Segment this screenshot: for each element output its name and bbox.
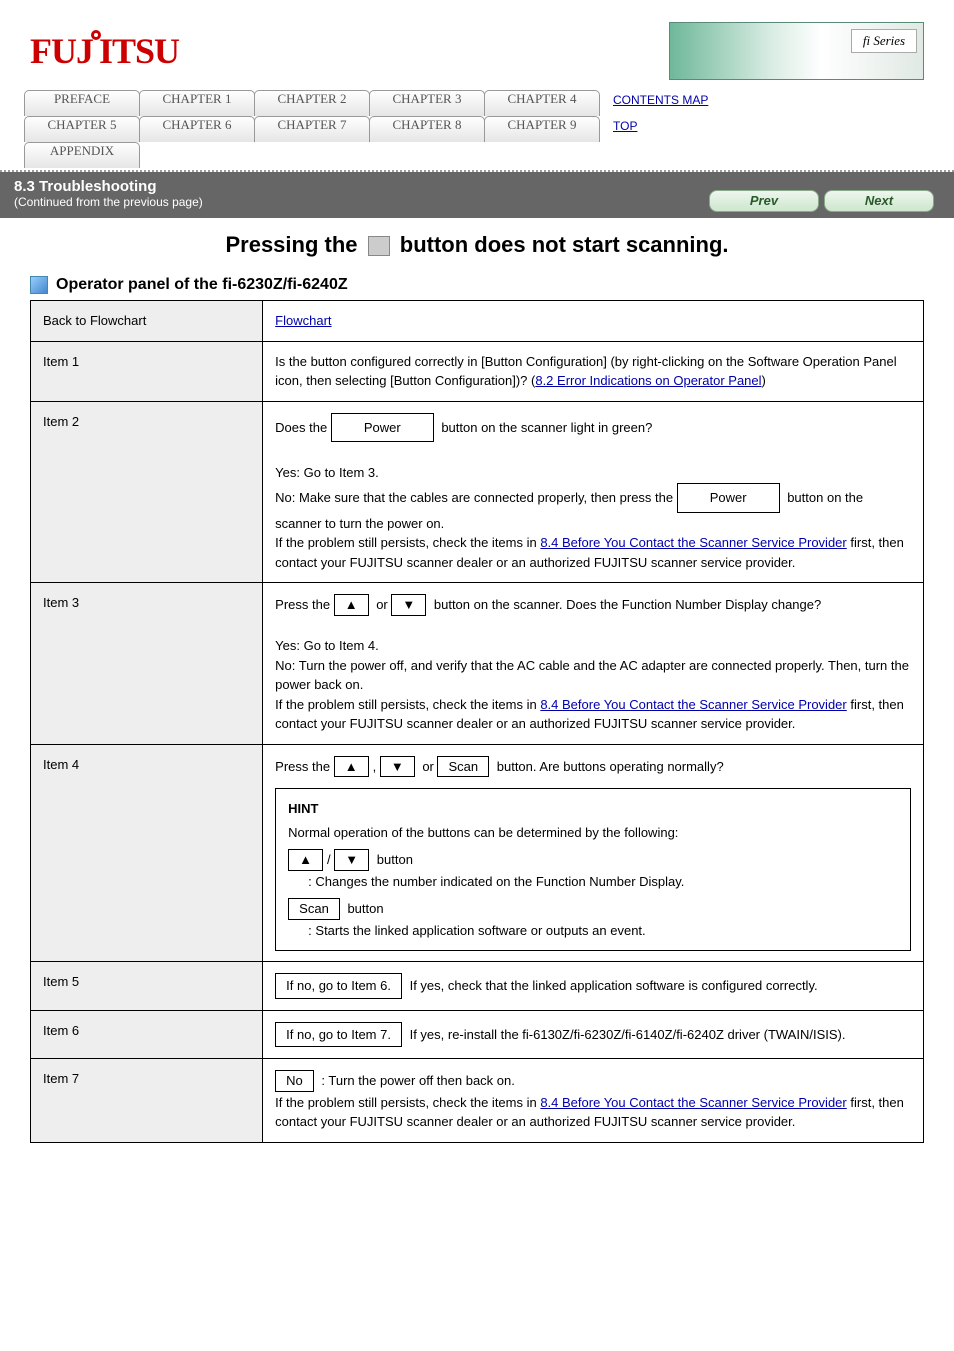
subheading: Operator panel of the fi-6230Z/fi-6240Z [56, 276, 348, 294]
row-val: No : Turn the power off then back on. If… [263, 1059, 924, 1143]
table-row: Item 5 If no, go to Item 6. If yes, chec… [31, 962, 924, 1011]
tab-chapter8[interactable]: CHAPTER 8 [369, 116, 485, 142]
tab-preface[interactable]: PREFACE [24, 90, 140, 116]
link-contents-map[interactable]: CONTENTS MAP [613, 93, 708, 107]
scan-button[interactable]: Scan [288, 898, 340, 920]
table-row: Item 2 Does the Power button on the scan… [31, 401, 924, 583]
table-row: Item 4 Press the ▲, ▼ or Scan button. Ar… [31, 744, 924, 962]
scan-button[interactable]: Scan [437, 756, 489, 778]
row-key: Item 3 [31, 583, 263, 745]
row-val: If no, go to Item 6. If yes, check that … [263, 962, 924, 1011]
down-button[interactable]: ▼ [391, 594, 426, 616]
table-row: Item 6 If no, go to Item 7. If yes, re-i… [31, 1010, 924, 1059]
goto-item6-button[interactable]: If no, go to Item 6. [275, 973, 402, 999]
fi-series-badge: fi Series [669, 22, 924, 80]
tab-chapter7[interactable]: CHAPTER 7 [254, 116, 370, 142]
link-8-2[interactable]: 8.2 Error Indications on Operator Panel [535, 373, 761, 388]
row-key: Item 7 [31, 1059, 263, 1143]
hint-box: HINT Normal operation of the buttons can… [275, 788, 911, 951]
table-row: Item 3 Press the ▲ or ▼ button on the sc… [31, 583, 924, 745]
goto-item7-button[interactable]: If no, go to Item 7. [275, 1022, 402, 1048]
link-8-4[interactable]: 8.4 Before You Contact the Scanner Servi… [540, 697, 846, 712]
tab-appendix[interactable]: APPENDIX [24, 142, 140, 168]
tab-chapter4[interactable]: CHAPTER 4 [484, 90, 600, 116]
tab-chapter1[interactable]: CHAPTER 1 [139, 90, 255, 116]
power-button[interactable]: Power [677, 483, 780, 513]
section-bar: 8.3 Troubleshooting (Continued from the … [0, 172, 954, 218]
down-button[interactable]: ▼ [380, 756, 415, 778]
table-row: Item 1 Is the button configured correctl… [31, 341, 924, 401]
subheading-icon [30, 276, 48, 294]
tab-chapter6[interactable]: CHAPTER 6 [139, 116, 255, 142]
fujitsu-logo: FUJITSU [30, 30, 179, 72]
link-8-4[interactable]: 8.4 Before You Contact the Scanner Servi… [540, 535, 846, 550]
row-val: Is the button configured correctly in [B… [263, 341, 924, 401]
row-key: Item 4 [31, 744, 263, 962]
next-button[interactable]: Next [824, 190, 934, 212]
table-row: Item 7 No : Turn the power off then back… [31, 1059, 924, 1143]
link-8-4[interactable]: 8.4 Before You Contact the Scanner Servi… [540, 1095, 846, 1110]
row-val: If no, go to Item 7. If yes, re-install … [263, 1010, 924, 1059]
up-button[interactable]: ▲ [334, 594, 369, 616]
power-button[interactable]: Power [331, 413, 434, 443]
row-val: Flowchart [263, 301, 924, 342]
row-key: Item 2 [31, 401, 263, 583]
table-row: Back to Flowchart Flowchart [31, 301, 924, 342]
row-key: Item 1 [31, 341, 263, 401]
row-val: Press the ▲ or ▼ button on the scanner. … [263, 583, 924, 745]
row-val: Press the ▲, ▼ or Scan button. Are butto… [263, 744, 924, 962]
row-key: Item 5 [31, 962, 263, 1011]
hint-label: HINT [288, 799, 898, 819]
row-val: Does the Power button on the scanner lig… [263, 401, 924, 583]
scan-button-icon [368, 236, 390, 256]
no-button[interactable]: No [275, 1070, 314, 1092]
flowchart-link[interactable]: Flowchart [275, 313, 331, 328]
tab-chapter2[interactable]: CHAPTER 2 [254, 90, 370, 116]
page-heading: Pressing the button does not start scann… [30, 232, 924, 258]
tab-chapter9[interactable]: CHAPTER 9 [484, 116, 600, 142]
row-key: Back to Flowchart [31, 301, 263, 342]
tab-chapter3[interactable]: CHAPTER 3 [369, 90, 485, 116]
troubleshoot-table: Back to Flowchart Flowchart Item 1 Is th… [30, 300, 924, 1143]
up-button[interactable]: ▲ [288, 849, 323, 871]
fi-series-label: fi Series [851, 29, 917, 53]
link-top[interactable]: TOP [613, 119, 637, 133]
prev-button[interactable]: Prev [709, 190, 819, 212]
tab-chapter5[interactable]: CHAPTER 5 [24, 116, 140, 142]
row-key: Item 6 [31, 1010, 263, 1059]
up-button[interactable]: ▲ [334, 756, 369, 778]
down-button[interactable]: ▼ [334, 849, 369, 871]
